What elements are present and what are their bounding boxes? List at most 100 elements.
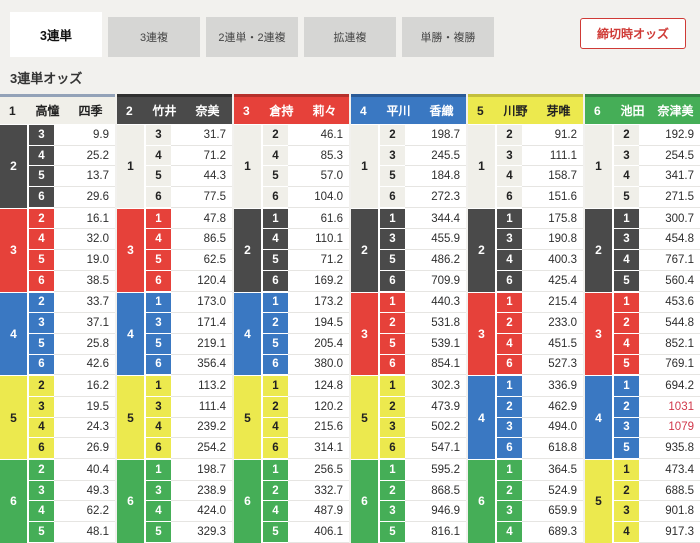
third-place-cell: 4	[27, 229, 54, 250]
third-place-cell: 3	[378, 146, 405, 167]
third-place-cell: 6	[27, 271, 54, 292]
odds-value: 271.5	[639, 187, 700, 208]
second-place-cell: 6	[117, 460, 144, 543]
odds-value: 473.4	[639, 460, 700, 481]
group-rows: 1453.62544.84852.15769.1	[612, 293, 700, 376]
group-rows: 291.23111.14158.76151.6	[495, 125, 583, 208]
group-rows: 1256.52332.74487.95406.1	[261, 460, 349, 543]
odds-value: 219.1	[171, 334, 232, 355]
odds-value: 245.5	[405, 146, 466, 167]
third-place-cell: 5	[261, 522, 288, 543]
odds-value: 26.9	[54, 438, 115, 459]
odds-row: 4689.3	[495, 522, 583, 543]
racer-number: 3	[243, 104, 259, 118]
third-place-cell: 5	[27, 522, 54, 543]
second-place-cell: 3	[0, 209, 27, 292]
racer-last-name: 池田	[610, 102, 655, 119]
odds-value: 364.5	[522, 460, 583, 481]
tab-4[interactable]: 拡連複	[304, 17, 396, 57]
odds-row: 331.7	[144, 125, 232, 146]
third-place-cell: 5	[27, 166, 54, 187]
second-place-cell: 4	[234, 293, 261, 376]
second-place-group: 31453.62544.84852.15769.1	[585, 292, 700, 376]
second-place-group: 21300.73454.84767.15560.4	[585, 208, 700, 292]
third-place-cell: 6	[144, 355, 171, 376]
second-place-group: 51302.32473.93502.26547.1	[351, 375, 466, 459]
odds-row: 233.7	[27, 293, 115, 314]
third-place-cell: 1	[261, 376, 288, 397]
third-place-cell: 4	[27, 501, 54, 522]
tab-2[interactable]: 3連複	[108, 17, 200, 57]
odds-value: 40.4	[54, 460, 115, 481]
group-rows: 39.9425.2513.7629.6	[27, 125, 115, 208]
odds-value: 473.9	[405, 397, 466, 418]
odds-row: 4400.3	[495, 250, 583, 271]
third-place-cell: 1	[495, 293, 522, 314]
odds-value: 544.8	[639, 313, 700, 334]
odds-value: 190.8	[522, 229, 583, 250]
odds-value: 111.1	[522, 146, 583, 167]
odds-value: 453.6	[639, 293, 700, 314]
odds-row: 5935.8	[612, 438, 700, 459]
third-place-cell: 5	[144, 250, 171, 271]
tab-3[interactable]: 2連単・2連複	[206, 17, 298, 57]
deadline-odds-button[interactable]: 締切時オッズ	[580, 18, 686, 49]
odds-row: 4215.6	[261, 418, 349, 439]
odds-value: 110.1	[288, 229, 349, 250]
third-place-cell: 6	[144, 187, 171, 208]
odds-row: 562.5	[144, 250, 232, 271]
odds-value: 192.9	[639, 125, 700, 146]
odds-row: 4424.0	[144, 501, 232, 522]
odds-value: 524.9	[522, 481, 583, 502]
second-place-cell: 1	[234, 125, 261, 208]
third-place-cell: 4	[495, 250, 522, 271]
odds-row: 3454.8	[612, 229, 700, 250]
odds-column-2: 2竹井奈美1331.7471.2544.3677.53147.8486.5562…	[117, 94, 232, 543]
group-rows: 331.7471.2544.3677.5	[144, 125, 232, 208]
third-place-cell: 3	[144, 481, 171, 502]
odds-value: 16.1	[54, 209, 115, 230]
odds-row: 1124.8	[261, 376, 349, 397]
third-place-cell: 4	[261, 229, 288, 250]
odds-row: 4852.1	[612, 334, 700, 355]
odds-row: 462.2	[27, 501, 115, 522]
odds-value: 531.8	[405, 313, 466, 334]
third-place-cell: 4	[144, 229, 171, 250]
odds-row: 5271.5	[612, 187, 700, 208]
second-place-cell: 5	[117, 376, 144, 459]
odds-row: 525.8	[27, 334, 115, 355]
odds-row: 1336.9	[495, 376, 583, 397]
third-place-cell: 6	[261, 438, 288, 459]
third-place-cell: 5	[378, 334, 405, 355]
racer-first-name: 莉々	[304, 102, 349, 119]
odds-value: 256.5	[288, 460, 349, 481]
second-place-cell: 6	[468, 460, 495, 543]
odds-value: 158.7	[522, 166, 583, 187]
second-place-group: 61364.52524.93659.94689.3	[468, 459, 583, 543]
second-place-cell: 3	[351, 293, 378, 376]
group-rows: 2192.93254.54341.75271.5	[612, 125, 700, 208]
third-place-cell: 5	[144, 166, 171, 187]
odds-value: 502.2	[405, 418, 466, 439]
odds-row: 6356.4	[144, 355, 232, 376]
odds-value: 194.5	[288, 313, 349, 334]
odds-row: 6380.0	[261, 355, 349, 376]
group-rows: 1364.52524.93659.94689.3	[495, 460, 583, 543]
group-rows: 1215.42233.04451.56527.3	[495, 293, 583, 376]
tab-5[interactable]: 単勝・複勝	[402, 17, 494, 57]
third-place-cell: 1	[144, 376, 171, 397]
third-place-cell: 4	[495, 334, 522, 355]
second-place-cell: 5	[0, 376, 27, 459]
odds-row: 3659.9	[495, 501, 583, 522]
second-place-cell: 2	[0, 125, 27, 208]
odds-row: 513.7	[27, 166, 115, 187]
tab-1[interactable]: 3連単	[10, 12, 102, 57]
odds-row: 1173.2	[261, 293, 349, 314]
third-place-cell: 4	[261, 146, 288, 167]
racer-number: 4	[360, 104, 376, 118]
odds-value: 57.0	[288, 166, 349, 187]
third-place-cell: 1	[378, 460, 405, 481]
odds-row: 2462.9	[495, 397, 583, 418]
third-place-cell: 4	[495, 522, 522, 543]
odds-value: 854.1	[405, 355, 466, 376]
